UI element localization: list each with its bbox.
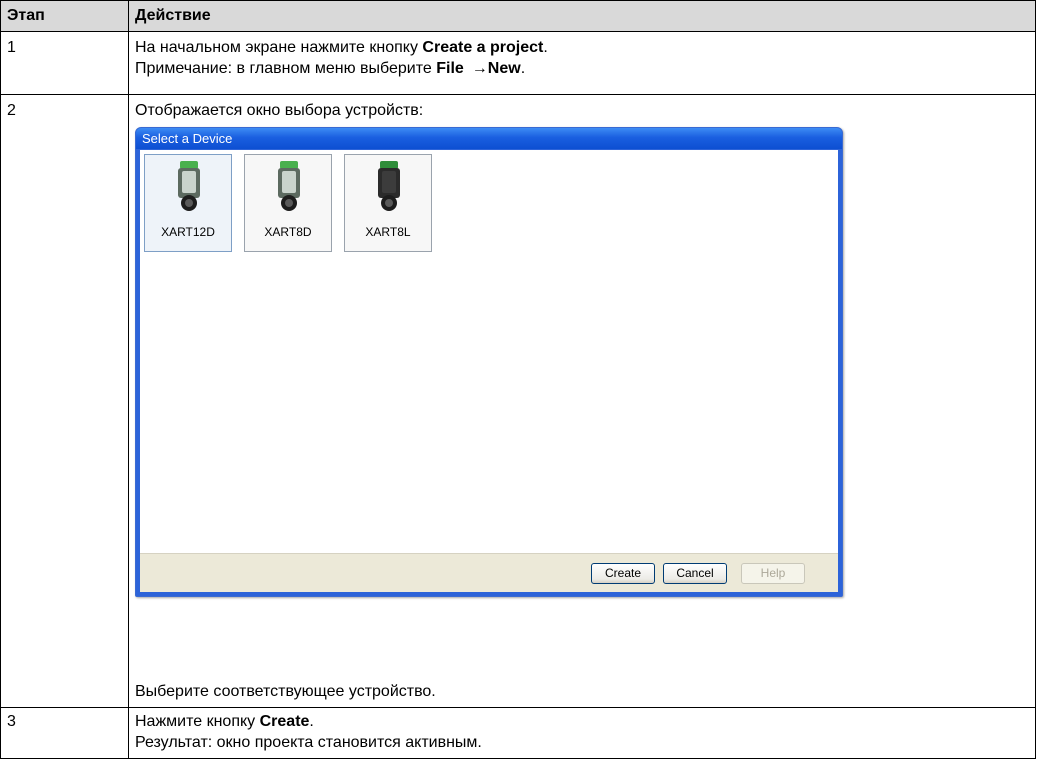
pendant-controller-icon bbox=[178, 161, 200, 211]
instruction-text: Нажмите кнопку bbox=[135, 713, 260, 730]
dialog-footer: Create Cancel Help bbox=[140, 553, 838, 592]
table-row: 1 На начальном экране нажмите кнопку Cre… bbox=[0, 31, 1036, 95]
ui-term: Create a project bbox=[422, 39, 544, 56]
device-name: XART8L bbox=[365, 225, 411, 239]
dialog-title: Select a Device bbox=[136, 128, 842, 149]
instruction-line: Нажмите кнопку Create. bbox=[135, 711, 1029, 732]
device-tile[interactable]: XART8D bbox=[244, 154, 332, 252]
table-row: 2 Отображается окно выбора устройств: Se… bbox=[0, 94, 1036, 708]
pendant-controller-icon bbox=[278, 161, 300, 211]
instruction-table: Этап Действие 1 На начальном экране нажм… bbox=[0, 0, 1036, 759]
cancel-button[interactable]: Cancel bbox=[663, 563, 727, 584]
device-name: XART8D bbox=[264, 225, 312, 239]
device-tile[interactable]: XART8L bbox=[344, 154, 432, 252]
header-action: Действие bbox=[128, 0, 1036, 32]
note-text: Примечание: в главном меню выберите bbox=[135, 60, 437, 77]
create-button[interactable]: Create bbox=[591, 563, 655, 584]
punctuation: . bbox=[520, 60, 526, 77]
device-name: XART12D bbox=[161, 225, 215, 239]
dialog-body: XART12D XART8D XART8L Create Cancel Help bbox=[140, 150, 838, 592]
header-step: Этап bbox=[0, 0, 129, 32]
device-tile[interactable]: XART12D bbox=[144, 154, 232, 252]
pendant-controller-icon bbox=[378, 161, 400, 211]
select-device-dialog: Select a Device XART12D XART8D XART8L Crea… bbox=[135, 127, 843, 597]
step-action: На начальном экране нажмите кнопку Creat… bbox=[128, 31, 1036, 95]
ui-term: Create bbox=[259, 713, 310, 730]
punctuation: . bbox=[543, 39, 548, 56]
step-action: Отображается окно выбора устройств: Sele… bbox=[128, 94, 1036, 708]
header-row: Этап Действие bbox=[0, 0, 1036, 32]
outro-text: Выберите соответствующее устройство. bbox=[135, 683, 436, 700]
instruction-text: На начальном экране нажмите кнопку bbox=[135, 39, 423, 56]
intro-text: Отображается окно выбора устройств: bbox=[135, 102, 424, 119]
punctuation: . bbox=[309, 713, 314, 730]
device-list: XART12D XART8D XART8L bbox=[144, 154, 834, 564]
result-text: Результат: окно проекта становится актив… bbox=[135, 734, 482, 751]
help-button[interactable]: Help bbox=[741, 563, 805, 584]
menu-term-file: File bbox=[436, 60, 464, 77]
step-number: 1 bbox=[0, 31, 129, 95]
instruction-line: На начальном экране нажмите кнопку Creat… bbox=[135, 37, 1029, 58]
note-line: Примечание: в главном меню выберите File… bbox=[135, 58, 1029, 79]
arrow-icon: → bbox=[471, 60, 488, 77]
menu-term-new: New bbox=[487, 60, 521, 77]
step-number: 2 bbox=[0, 94, 129, 708]
